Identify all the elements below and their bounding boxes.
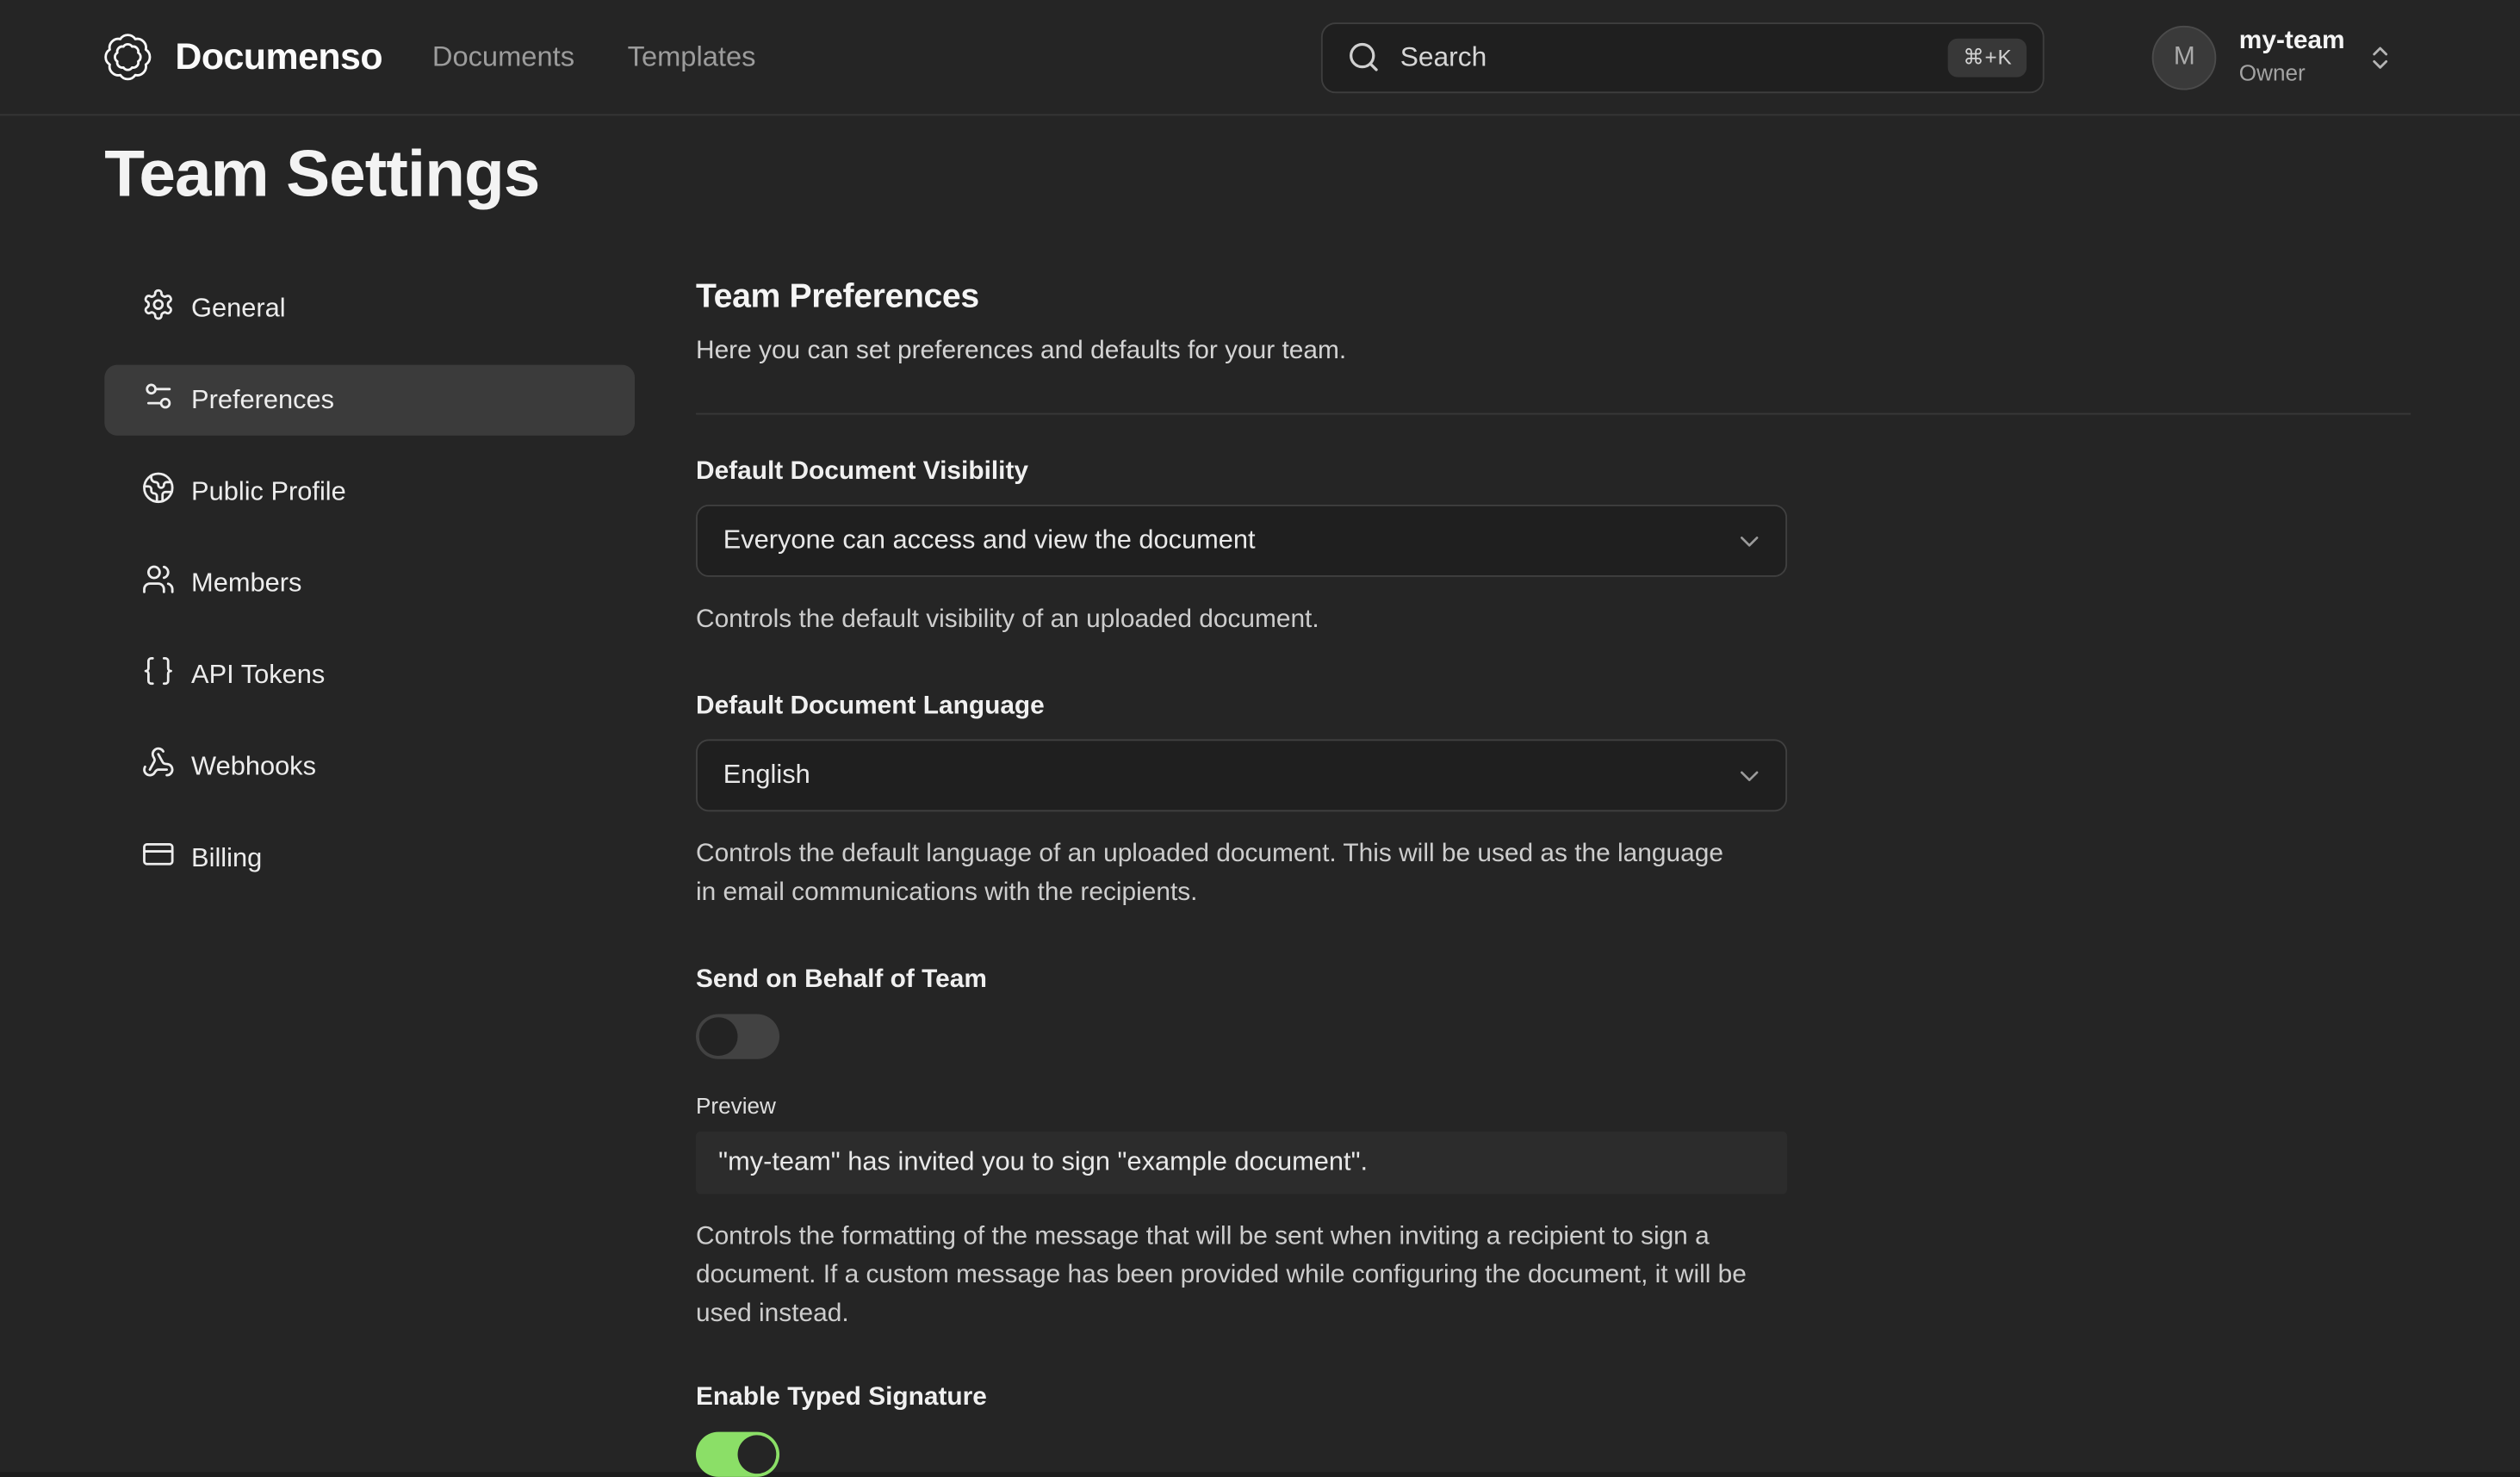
send-on-behalf-help: Controls the formatting of the message t… (696, 1218, 1750, 1333)
visibility-select[interactable]: Everyone can access and view the documen… (696, 505, 1787, 577)
preferences-panel: Team Preferences Here you can set prefer… (696, 273, 2411, 1477)
sidebar-item-members[interactable]: Members (104, 548, 635, 618)
language-select[interactable]: English (696, 739, 1787, 811)
webhook-icon (141, 746, 175, 788)
sidebar-item-label: Billing (191, 843, 262, 873)
divider (696, 413, 2411, 415)
sliders-icon (141, 379, 175, 421)
language-label: Default Document Language (696, 692, 2411, 722)
gear-icon (141, 288, 175, 330)
account-meta: my-team Owner (2239, 26, 2345, 88)
globe-icon (141, 471, 175, 513)
language-help: Controls the default language of an uplo… (696, 835, 1737, 913)
account-role: Owner (2239, 60, 2345, 89)
sidebar-item-label: API Tokens (191, 660, 325, 690)
search-shortcut-badge: ⌘+K (1948, 38, 2027, 77)
sidebar-item-label: Members (191, 568, 301, 599)
preview-box: "my-team" has invited you to sign "examp… (696, 1132, 1787, 1195)
search-input[interactable]: Search ⌘+K (1321, 22, 2045, 92)
chevron-down-icon (1734, 760, 1764, 791)
visibility-label: Default Document Visibility (696, 458, 2411, 487)
sidebar-item-billing[interactable]: Billing (104, 822, 635, 893)
toggle-knob (738, 1435, 777, 1474)
credit-card-icon (141, 837, 175, 879)
visibility-help: Controls the default visibility of an up… (696, 601, 2411, 640)
content: General Preferences (0, 273, 2520, 1477)
sidebar-item-api-tokens[interactable]: API Tokens (104, 640, 635, 711)
sidebar-item-label: Public Profile (191, 476, 346, 506)
top-nav: Documenso Documents Templates Search ⌘+K… (0, 0, 2520, 115)
send-on-behalf-label: Send on Behalf of Team (696, 966, 2411, 996)
search-placeholder: Search (1400, 41, 1949, 73)
chevrons-up-down-icon (2366, 42, 2395, 71)
brand-name: Documenso (175, 35, 382, 78)
preview-text: "my-team" has invited you to sign "examp… (718, 1147, 1368, 1177)
sidebar-item-label: Webhooks (191, 751, 316, 781)
nav-link-templates[interactable]: Templates (628, 40, 756, 74)
team-switcher[interactable]: M my-team Owner (2152, 25, 2394, 90)
nav-link-documents[interactable]: Documents (432, 40, 574, 74)
preview-label: Preview (696, 1093, 2411, 1119)
braces-icon (141, 654, 175, 696)
nav-links: Documents Templates (432, 40, 756, 74)
brand-logo[interactable]: Documenso (102, 30, 382, 84)
chevron-down-icon (1734, 525, 1764, 555)
panel-heading: Team Preferences (696, 273, 2411, 316)
documenso-seal-icon (102, 30, 155, 84)
team-settings-page: Documenso Documents Templates Search ⌘+K… (0, 0, 2520, 1472)
avatar: M (2152, 25, 2217, 90)
language-select-value: English (723, 760, 810, 791)
sidebar-item-preferences[interactable]: Preferences (104, 365, 635, 436)
typed-signature-toggle[interactable] (696, 1432, 779, 1477)
toggle-knob (699, 1017, 738, 1056)
page-title: Team Settings (104, 137, 2520, 213)
search-icon (1347, 40, 1381, 74)
account-team-name: my-team (2239, 26, 2345, 58)
sidebar-item-label: General (191, 294, 286, 324)
sidebar-item-label: Preferences (191, 385, 334, 415)
send-on-behalf-toggle[interactable] (696, 1014, 779, 1058)
sidebar-item-public-profile[interactable]: Public Profile (104, 456, 635, 527)
panel-description: Here you can set preferences and default… (696, 338, 2411, 367)
users-icon (141, 562, 175, 605)
sidebar-item-webhooks[interactable]: Webhooks (104, 731, 635, 802)
settings-sidebar: General Preferences (104, 273, 635, 1477)
typed-signature-label: Enable Typed Signature (696, 1384, 2411, 1413)
visibility-select-value: Everyone can access and view the documen… (723, 525, 1256, 555)
sidebar-item-general[interactable]: General (104, 273, 635, 344)
